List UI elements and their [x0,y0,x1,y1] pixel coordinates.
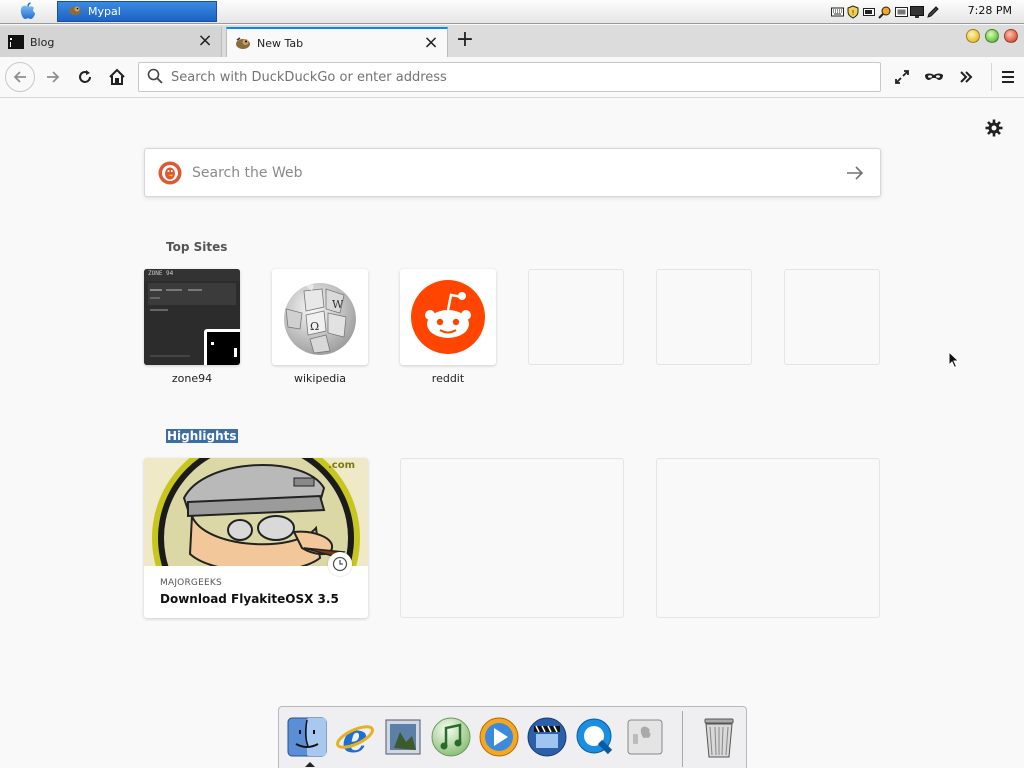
top-site-zone94[interactable]: ZONE 94 zone94 [144,269,240,385]
new-tab-plus-icon[interactable]: + [452,29,478,53]
forward-arrow-icon[interactable] [39,63,67,91]
highlight-card[interactable]: .com MAJORGEEKS Download FlyakiteOSX 3.5 [144,458,368,618]
site-label: wikipedia [293,372,346,385]
highlight-empty-placeholder [656,458,880,618]
site-label: zone94 [171,372,213,385]
top-site-empty[interactable] [528,269,624,365]
taskbar-mypal-button[interactable]: Mypal [57,1,217,22]
highlight-title: Download FlyakiteOSX 3.5 [160,592,339,606]
back-arrow-icon[interactable] [5,62,35,92]
highlight-image-text: .com [328,460,356,471]
search-icon[interactable] [878,4,892,20]
site-label: reddit [431,372,465,385]
shield-icon[interactable]: ! [846,4,860,20]
tab-label: Blog [30,35,55,49]
tab-label: New Tab [257,36,304,50]
mouse-cursor-icon [948,351,960,369]
close-tab-icon[interactable]: × [197,32,213,50]
display-icon[interactable] [894,4,908,20]
finder-icon[interactable] [285,715,329,759]
svg-text:W: W [332,298,344,311]
gear-icon[interactable] [984,118,1004,138]
close-tab-icon[interactable]: × [423,34,439,52]
battery-icon[interactable] [862,4,876,20]
empty-site-placeholder [656,269,752,365]
os-menubar: Mypal ! 7:28 PM [0,0,1024,24]
keyboard-icon[interactable] [830,4,844,20]
home-icon[interactable] [103,63,131,91]
trash-icon[interactable] [697,715,741,759]
maximize-button[interactable] [985,29,999,43]
top-site-reddit[interactable]: reddit [400,269,496,385]
pen-icon[interactable] [926,4,940,20]
tab-strip: Blog × New Tab × + [0,25,1024,57]
hamburger-menu-icon[interactable] [991,63,1023,91]
top-site-wikipedia[interactable]: W Ω wikipedia [272,269,368,385]
navigation-toolbar [0,57,1024,98]
search-icon [147,68,163,87]
terminal-favicon-icon [204,329,240,365]
mypal-icon [68,3,82,20]
new-tab-page: Top Sites ZONE 94 zone94 [0,98,1024,768]
highlight-source: MAJORGEEKS [160,578,222,588]
address-input[interactable] [171,69,880,85]
quicktime-icon[interactable] [573,715,617,759]
svg-text:!: ! [852,9,855,17]
highlight-image: .com [144,458,368,566]
tab-new-tab[interactable]: New Tab × [226,27,448,57]
top-site-empty[interactable] [656,269,752,365]
apple-menu-icon[interactable] [14,2,42,22]
fullscreen-icon[interactable] [888,63,916,91]
media-player-icon[interactable] [477,715,521,759]
svg-text:e: e [342,716,367,758]
dock: e [278,706,747,768]
internet-explorer-icon[interactable]: e [333,715,377,759]
close-window-button[interactable] [1004,29,1018,43]
empty-site-placeholder [528,269,624,365]
address-bar[interactable] [138,62,881,92]
minimize-button[interactable] [966,29,980,43]
highlights-heading: Highlights [166,429,238,443]
site-thumbnail: ZONE 94 [144,269,240,365]
dock-separator [682,711,683,767]
mypal-favicon-icon [235,35,251,51]
monitor-icon[interactable] [910,4,924,20]
window-controls [966,29,1018,43]
svg-text:Ω: Ω [310,320,319,333]
duckduckgo-logo-icon [158,161,182,185]
arrow-right-icon[interactable] [840,158,870,188]
tab-blog[interactable]: Blog × [0,27,222,57]
web-search-input[interactable] [192,164,840,181]
web-search-box[interactable] [144,148,881,197]
wikipedia-logo-icon: W Ω [272,269,368,365]
system-tray: ! [830,3,940,21]
clock: 7:28 PM [967,4,1012,17]
highlight-empty-placeholder [400,458,624,618]
zone94-thumb-text: ZONE 94 [148,270,174,277]
terminal-favicon-icon [8,34,24,50]
top-site-empty[interactable] [784,269,880,365]
private-browsing-mask-icon[interactable] [920,63,948,91]
reload-icon[interactable] [71,63,99,91]
top-sites-heading: Top Sites [166,240,228,254]
preview-icon[interactable] [381,715,425,759]
system-preferences-icon[interactable] [623,715,667,759]
taskbar-mypal-label: Mypal [88,5,121,18]
empty-site-placeholder [784,269,880,365]
clock-icon [328,552,352,576]
itunes-icon[interactable] [429,715,473,759]
video-icon[interactable] [525,715,569,759]
running-indicator [305,762,315,767]
overflow-chevron-icon[interactable] [952,63,980,91]
reddit-logo-icon [400,269,496,365]
